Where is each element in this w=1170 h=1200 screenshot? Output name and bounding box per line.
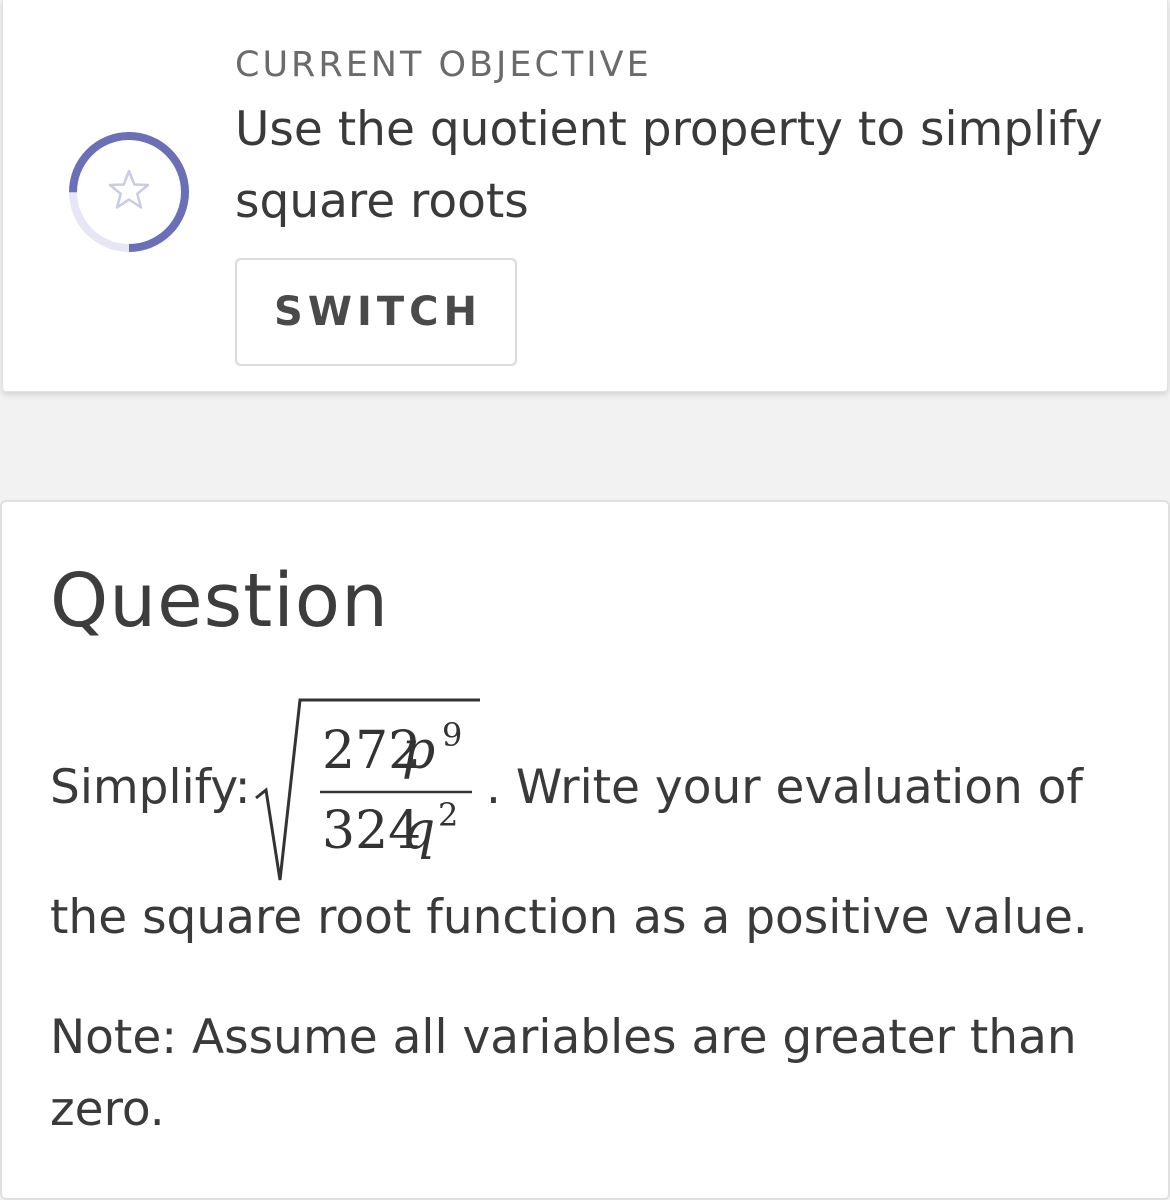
objective-title-line2: square roots (235, 174, 529, 229)
objective-progress-ring (69, 132, 189, 252)
numerator-var: p (402, 721, 435, 781)
denominator-exp: 2 (438, 796, 458, 834)
math-expression: 272 p 9 324 q 2 (255, 698, 480, 881)
objective-title: Use the quotient property to simplify sq… (235, 94, 1115, 238)
question-heading: Question (50, 558, 389, 644)
objective-text-block: CURRENT OBJECTIVE Use the quotient prope… (235, 40, 1115, 238)
question-line2: the square root function as a positive v… (50, 890, 1088, 945)
question-after-expression: . Write your evaluation of (486, 760, 1083, 815)
numerator-exp: 9 (442, 716, 462, 754)
simplify-prefix: Simplify: (50, 760, 251, 815)
objective-label: CURRENT OBJECTIVE (235, 45, 652, 85)
denominator-var: q (402, 801, 435, 861)
note-line1: Note: Assume all variables are greater t… (50, 1010, 1077, 1065)
switch-button[interactable]: SWITCH (235, 258, 517, 366)
note-line2: zero. (50, 1082, 165, 1137)
star-icon (108, 169, 150, 209)
objective-card: CURRENT OBJECTIVE Use the quotient prope… (2, 0, 1168, 392)
objective-title-line1: Use the quotient property to simplify (235, 102, 1103, 157)
